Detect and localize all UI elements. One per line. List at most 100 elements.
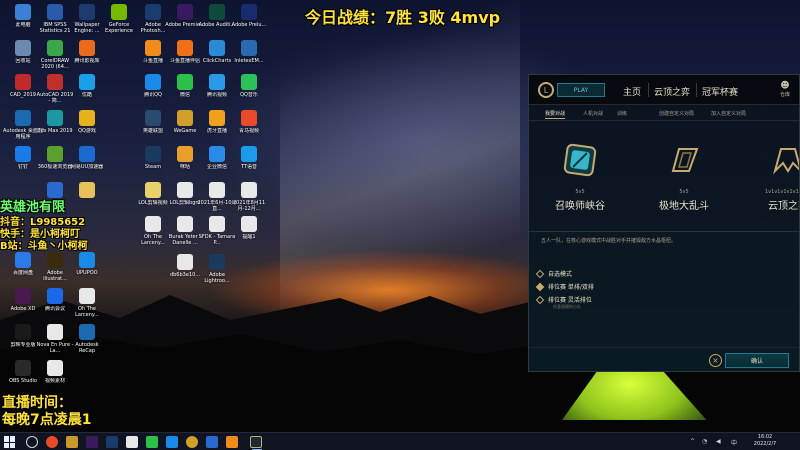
desktop-shortcut[interactable]: TT语音 bbox=[232, 146, 266, 176]
recap-icon bbox=[79, 324, 95, 340]
premiere-taskbar-icon[interactable] bbox=[86, 436, 98, 448]
desktop-shortcut[interactable]: 腾讯影视库 bbox=[70, 40, 104, 70]
lightroom-icon bbox=[209, 254, 225, 270]
input-language-icon[interactable]: 中 bbox=[731, 438, 737, 447]
desktop-shortcut[interactable]: Adobe Prelu... bbox=[232, 4, 266, 34]
tray-expand-icon[interactable]: ^ bbox=[690, 438, 695, 445]
desktop-shortcut[interactable]: 青马视频 bbox=[232, 110, 266, 140]
queue-sublabel: 任意规模的小队 bbox=[553, 304, 581, 309]
league-taskbar-icon[interactable] bbox=[250, 436, 262, 450]
pdf-icon bbox=[79, 288, 95, 304]
taskbar-app-icon[interactable] bbox=[206, 436, 218, 448]
desktop-shortcut[interactable]: QQ游戏 bbox=[70, 110, 104, 140]
mode-card-summoners-rift[interactable]: 5v5 召唤师峡谷 bbox=[535, 141, 625, 212]
upupoo-icon bbox=[79, 252, 95, 268]
mode-team-size: 5v5 bbox=[575, 189, 585, 195]
tab-home[interactable]: 主页 bbox=[623, 85, 641, 98]
chrome-icon[interactable] bbox=[46, 436, 58, 448]
desktop-shortcut[interactable]: InletexEM... bbox=[232, 40, 266, 70]
steam-icon bbox=[145, 146, 161, 162]
desktop-shortcut[interactable]: Adobe Lightroo... bbox=[200, 254, 234, 284]
subnav-pvp[interactable]: 我要对战 bbox=[545, 110, 566, 119]
desktop-shortcut-label: 优酷 bbox=[81, 92, 92, 98]
queue-label: 排位赛 灵活排位 bbox=[548, 297, 592, 304]
desktop-shortcut[interactable]: UPUPOO bbox=[70, 252, 104, 282]
clock[interactable]: 16:02 2022/2/7 bbox=[750, 434, 780, 448]
taskbar: ^ ◔ ◀ 中 16:02 2022/2/7 bbox=[0, 432, 800, 450]
profile-button[interactable]: ☻ 仓库 bbox=[774, 81, 796, 98]
subnav-coop-vs-ai[interactable]: 人机对战 bbox=[583, 110, 603, 117]
streamer-name: 英雄池有限 bbox=[0, 200, 66, 215]
desktop-shortcut[interactable]: Oh The Larceny... bbox=[70, 288, 104, 318]
close-icon[interactable]: × bbox=[709, 354, 722, 367]
subnav-create-custom[interactable]: 创建自定义对局 bbox=[659, 110, 694, 117]
tencent-video-player-icon bbox=[209, 74, 225, 90]
mode-card-howling-abyss[interactable]: 5v5 极地大乱斗 bbox=[639, 141, 729, 212]
desktop-shortcut[interactable]: QQ音乐 bbox=[232, 74, 266, 104]
desktop-shortcut-label: 2021年8月11月-12月... bbox=[232, 200, 266, 212]
wegame-taskbar-icon[interactable] bbox=[186, 436, 198, 448]
desktop-shortcut[interactable]: 网易UU加速器 bbox=[70, 146, 104, 176]
mode-title: 召唤师峡谷 bbox=[555, 201, 605, 212]
qq-taskbar-icon[interactable] bbox=[166, 436, 178, 448]
wegame-icon bbox=[177, 110, 193, 126]
tab-clash[interactable]: 冠军杯赛 bbox=[702, 85, 738, 98]
queue-option-ranked-flex[interactable]: 排位赛 灵活排位 bbox=[535, 295, 592, 304]
qingma-icon bbox=[241, 110, 257, 126]
lol-bgm-icon bbox=[177, 182, 193, 198]
queue-option-ranked-solo-duo[interactable]: 排位赛 单排/双排 bbox=[535, 282, 594, 291]
streamer-info-overlay: 英雄池有限 抖音：L9985652 快手：是小柯柯叮 B站：斗鱼丶小柯柯 bbox=[0, 196, 100, 253]
windows-start-icon[interactable] bbox=[4, 436, 16, 448]
qq-icon bbox=[145, 74, 161, 90]
taskbar-app-icon[interactable] bbox=[126, 436, 138, 448]
mode-title: 极地大乱斗 bbox=[659, 201, 709, 212]
league-logo-icon[interactable]: L bbox=[538, 82, 554, 98]
desktop-shortcut-label: 提醒1 bbox=[242, 234, 256, 240]
jianying-icon bbox=[15, 324, 31, 340]
volume-icon[interactable]: ◀ bbox=[716, 438, 721, 445]
subnav-training[interactable]: 训练 bbox=[617, 110, 627, 117]
queue-option-blind-pick[interactable]: 自选模式 bbox=[535, 269, 572, 278]
douyin-handle: 抖音：L9985652 bbox=[0, 217, 86, 228]
desktop-shortcut[interactable]: 优酷 bbox=[70, 74, 104, 104]
video-file-icon bbox=[47, 360, 63, 376]
file-icon bbox=[177, 254, 193, 270]
youku-icon bbox=[79, 74, 95, 90]
desktop-shortcut[interactable]: 2021年8月11月-12月... bbox=[232, 182, 266, 212]
autodesk-icon bbox=[15, 110, 31, 126]
kuaishou-handle: 快手：是小柯柯叮 bbox=[0, 229, 80, 240]
photoshop-taskbar-icon[interactable] bbox=[106, 436, 118, 448]
subnav-join-custom[interactable]: 加入自定义对局 bbox=[711, 110, 746, 117]
3dsmax-icon bbox=[47, 110, 63, 126]
music-file-icon bbox=[177, 216, 193, 232]
douyu-taskbar-icon[interactable] bbox=[226, 436, 238, 448]
coreldraw-icon bbox=[47, 40, 63, 56]
profile-icon: ☻ bbox=[780, 81, 790, 91]
file-explorer-icon[interactable] bbox=[66, 436, 78, 448]
wechat-taskbar-icon[interactable] bbox=[146, 436, 158, 448]
wifi-icon[interactable]: ◔ bbox=[702, 438, 707, 445]
audition-icon bbox=[209, 4, 225, 20]
mode-team-size: 1v1v1v1v1v1v1v1 bbox=[764, 189, 799, 195]
live-time-label: 直播时间： bbox=[2, 395, 72, 411]
douyu-icon bbox=[145, 40, 161, 56]
search-icon[interactable] bbox=[26, 436, 38, 448]
tab-tft[interactable]: 云顶之弈 bbox=[654, 85, 690, 98]
baidu-netdisk-icon bbox=[15, 252, 31, 268]
clickcharts-icon bbox=[209, 40, 225, 56]
mode-card-tft[interactable]: 1v1v1v1v1v1v1v1 云顶之弈 bbox=[743, 141, 799, 212]
mode-description: 五人一队，在核心游戏模式中战胜对手并摧毁敌方水晶枢纽。 bbox=[541, 238, 677, 244]
desktop-shortcut[interactable]: 提醒1 bbox=[232, 216, 266, 246]
bilibili-handle: B站：斗鱼丶小柯柯 bbox=[0, 241, 88, 252]
play-button[interactable]: PLAY bbox=[557, 83, 605, 97]
music-file-icon bbox=[209, 216, 225, 232]
confirm-button[interactable]: 确认 bbox=[725, 353, 789, 368]
music-file-icon bbox=[47, 324, 63, 340]
desktop-shortcut[interactable]: 视频素材 bbox=[38, 360, 72, 390]
desktop-shortcut[interactable]: GeForce Experience bbox=[102, 4, 136, 34]
cad-icon bbox=[15, 74, 31, 90]
desktop-shortcut[interactable]: Autodesk ReCap bbox=[70, 324, 104, 354]
mode-team-size: 5v5 bbox=[679, 189, 689, 195]
live-schedule-overlay: 直播时间： 每晚7点凌晨1 bbox=[2, 395, 91, 429]
subnav-divider bbox=[529, 120, 799, 121]
